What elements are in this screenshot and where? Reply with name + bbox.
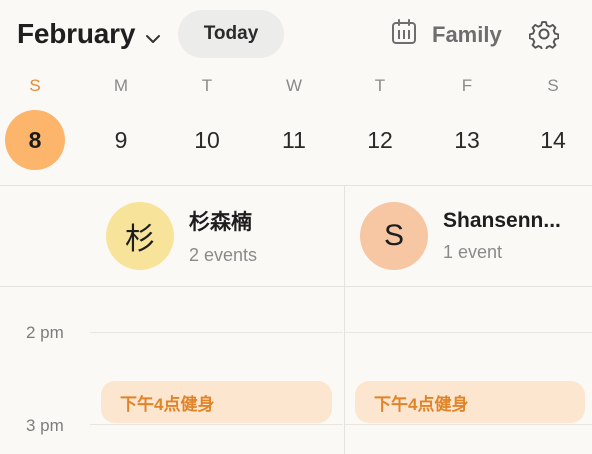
time-label: 3 pm [26,416,64,435]
day-of-week: T [201,76,213,95]
gear-icon[interactable] [528,19,560,52]
grid-line [345,424,592,425]
person-column-header[interactable]: 杉 杉森楠 2 events [106,186,257,286]
day-number: 13 [454,127,480,153]
grid-line [90,332,343,333]
avatar: 杉 [106,202,174,270]
event-count: 1 event [443,242,503,262]
day-of-week: M [113,76,129,95]
timeline: 2 pm 下午4点健身 下午4点健身 3 pm [0,287,592,454]
day-number: 9 [114,127,128,153]
calendar-selector[interactable]: Family [390,18,502,52]
column-divider [344,186,345,286]
person-name: Shansenn... [443,209,561,232]
column-divider [344,287,345,454]
calendar-grid-icon [390,18,418,52]
day-number: 14 [540,127,566,153]
day-of-week: W [285,76,303,95]
grid-line [345,332,592,333]
day-number: 12 [367,127,393,153]
day-of-week: S [29,76,41,95]
event-block[interactable]: 下午4点健身 [355,381,585,423]
day-of-week: T [374,76,386,95]
grid-line [90,424,343,425]
week-strip: S 8 M 9 T 10 W 11 T 12 F 13 S 14 [0,68,592,186]
month-selector[interactable]: February [17,17,161,51]
person-name: 杉森楠 [189,211,252,234]
day-of-week: S [547,76,559,95]
event-count: 2 events [189,245,258,265]
time-label: 2 pm [26,323,64,342]
day-number: 11 [282,127,306,153]
calendar-name: Family [432,22,502,47]
day-number: 10 [194,127,220,153]
day-of-week: F [461,76,473,95]
header: February Today Family [0,0,592,68]
day-number: 8 [5,110,65,170]
chevron-down-icon [145,19,161,51]
person-column-header[interactable]: S Shansenn... 1 event [360,186,561,286]
avatar: S [360,202,428,270]
month-label: February [17,18,136,49]
today-button[interactable]: Today [178,10,284,58]
event-block[interactable]: 下午4点健身 [101,381,332,423]
people-row: 杉 杉森楠 2 events S Shansenn... 1 event [0,186,592,286]
